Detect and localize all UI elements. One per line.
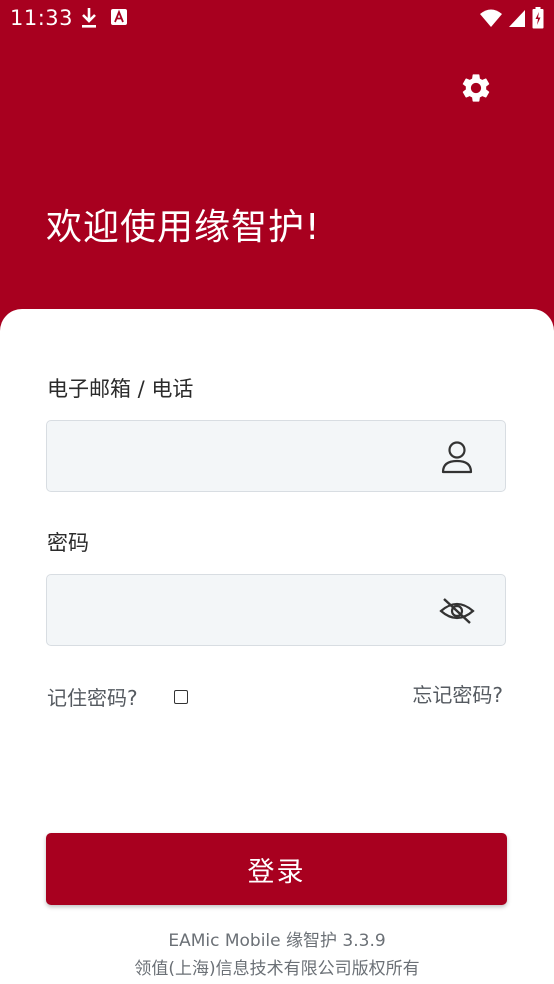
- welcome-title: 欢迎使用缘智护!: [46, 207, 321, 248]
- status-right-icons: [480, 7, 544, 29]
- forgot-password-link[interactable]: 忘记密码?: [412, 679, 503, 708]
- status-time: 11:33: [10, 6, 74, 30]
- remember-row: 记住密码?: [47, 682, 188, 711]
- download-icon: [80, 7, 98, 29]
- remember-label: 记住密码?: [47, 686, 138, 710]
- wifi-icon: [480, 8, 502, 28]
- remember-checkbox[interactable]: [173, 689, 188, 704]
- login-button[interactable]: 登录: [46, 833, 507, 905]
- gear-icon: [459, 71, 493, 109]
- login-card: 电子邮箱 / 电话 密码 记住密码? 忘记密码? 登录 EAMic Mobile…: [0, 309, 554, 984]
- copyright-text: 领值(上海)信息技术有限公司版权所有: [134, 959, 420, 979]
- user-icon: [439, 439, 475, 475]
- eye-off-icon[interactable]: [439, 593, 475, 629]
- status-left-icons: [80, 7, 128, 29]
- account-input-box[interactable]: [46, 420, 506, 493]
- battery-charging-icon: [532, 7, 544, 29]
- account-label: 电子邮箱 / 电话: [47, 377, 194, 401]
- app-notification-icon: [110, 7, 128, 29]
- password-input[interactable]: [61, 575, 435, 647]
- password-label: 密码: [47, 531, 89, 555]
- settings-button[interactable]: [456, 70, 496, 110]
- password-input-box[interactable]: [46, 574, 506, 647]
- status-bar: 11:33: [0, 0, 554, 38]
- version-text: EAMic Mobile 缘智护 3.3.9: [168, 931, 386, 951]
- account-input[interactable]: [61, 421, 435, 493]
- signal-icon: [508, 8, 526, 28]
